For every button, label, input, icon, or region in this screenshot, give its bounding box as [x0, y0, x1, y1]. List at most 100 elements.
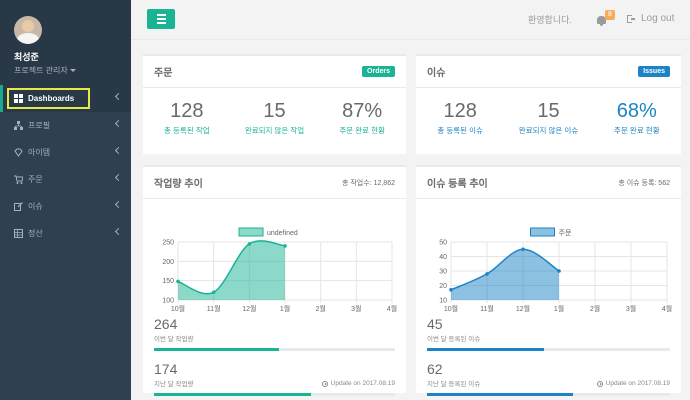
data-point	[557, 269, 561, 273]
panel-header: 주문 Orders	[143, 56, 406, 88]
issues-badge: Issues	[638, 66, 670, 77]
summary-block: 174 지난 달 작업량	[143, 361, 406, 396]
x-tick-label: 2월	[590, 304, 600, 313]
hamburger-icon-line	[156, 18, 166, 20]
x-tick-label: 1월	[280, 304, 290, 313]
summary-value: 45	[427, 316, 443, 332]
sitemap-icon	[14, 121, 23, 130]
stat-label: 주문 완료 현황	[614, 126, 660, 135]
stat-label: 총 등록된 이슈	[437, 126, 483, 135]
stat-value: 87%	[342, 100, 383, 122]
legend-swatch	[238, 227, 264, 237]
x-tick-label: 12월	[516, 304, 530, 313]
sidebar-item-profile[interactable]: 프로필	[0, 112, 131, 139]
topbar: 환영합니다. 8 Log out	[131, 0, 690, 40]
sidebar-item-orders[interactable]: 주문	[0, 166, 131, 193]
stat-total: 128 총 등록된 이슈	[416, 100, 504, 136]
sidebar-item-items[interactable]: 아이템	[0, 139, 131, 166]
x-tick-label: 10월	[444, 304, 458, 313]
stat-value: 128	[170, 100, 204, 122]
x-tick-label: 12월	[242, 304, 256, 313]
sign-out-icon	[627, 14, 635, 23]
stat-value: 15	[263, 100, 286, 122]
series-area	[178, 240, 285, 300]
y-tick-label: 250	[162, 240, 174, 247]
issue-chart-svg: 주문 10 20 30 40 50 10월 11월 12월 1월 2월 3월 4월	[439, 227, 672, 313]
dashboard-icon	[14, 94, 23, 103]
x-tick-label: 4월	[662, 304, 672, 313]
welcome-text: 환영합니다.	[528, 15, 572, 25]
y-tick-label: 50	[439, 240, 447, 247]
sidebar-item-dashboards[interactable]: Dashboards	[0, 85, 131, 112]
legend-label: undefined	[267, 230, 298, 237]
x-tick-label: 2월	[315, 304, 325, 313]
chart-legend: 주문	[530, 227, 572, 237]
panel-title: 이슈 등록 추이	[427, 179, 488, 190]
stat-value: 128	[443, 100, 477, 122]
legend-label: 주문	[559, 229, 572, 237]
notification-badge: 8	[605, 10, 615, 20]
legend-swatch	[530, 227, 555, 237]
logout-link[interactable]: Log out	[627, 13, 674, 24]
caret-down-icon	[69, 69, 76, 73]
progress-bar	[427, 348, 670, 351]
menu-toggle-button[interactable]	[147, 9, 175, 29]
summary-label: 이번 달 작업량	[154, 336, 194, 343]
stat-label: 주문 완료 현황	[339, 126, 385, 135]
sidebar-item-settlement[interactable]: 정산	[0, 220, 131, 247]
stat-pending: 15 완료되지 않은 작업	[231, 100, 319, 136]
y-tick-label: 20	[439, 283, 447, 290]
x-tick-label: 11월	[207, 304, 221, 313]
progress-fill	[427, 348, 544, 351]
work-trend-panel: 작업량 추이 총 작업수: 12,862 undefined 100 150 200 2…	[143, 165, 406, 396]
y-tick-label: 40	[439, 254, 447, 261]
y-tick-label: 10	[439, 298, 447, 305]
data-point	[283, 244, 287, 248]
summary-value: 174	[154, 361, 178, 377]
progress-fill	[427, 393, 573, 396]
chart-legend: undefined	[238, 227, 298, 237]
panel-title: 작업량 추이	[154, 179, 203, 190]
profile-role-dropdown[interactable]: 프로젝트 관리자	[14, 65, 131, 76]
y-tick-label: 30	[439, 269, 447, 276]
profile-role: 프로젝트 관리자	[14, 66, 68, 75]
diamond-icon	[14, 148, 23, 157]
x-tick-label: 4월	[387, 304, 397, 313]
y-tick-label: 150	[162, 278, 174, 285]
hamburger-icon	[156, 14, 166, 16]
progress-bar	[154, 348, 395, 351]
summary-value: 62	[427, 361, 443, 377]
summary-value: 264	[154, 316, 178, 332]
stat-total: 128 총 등록된 작업	[143, 100, 231, 136]
bell-clapper	[600, 24, 603, 26]
sidebar-item-issues[interactable]: 이슈	[0, 193, 131, 220]
stats-row: 128 총 등록된 이슈 15 완료되지 않은 이슈 68% 주문 완료 현황	[416, 88, 681, 136]
update-note: Update on 2017.08.19	[321, 380, 395, 387]
x-tick-label: 11월	[480, 304, 494, 313]
panel-title: 주문	[154, 68, 173, 79]
update-text: Update on 2017.08.19	[330, 380, 395, 387]
logout-label: Log out	[641, 13, 675, 24]
profile-block: 최성준 프로젝트 관리자	[0, 0, 131, 85]
data-point	[247, 242, 252, 246]
avatar[interactable]	[14, 16, 42, 44]
summary-block: 45 이번 달 등록된 이슈	[416, 316, 681, 351]
update-text: Update on 2017.08.19	[605, 380, 670, 387]
progress-bar	[154, 393, 395, 396]
panel-header: 작업량 추이 총 작업수: 12,862	[143, 167, 406, 199]
issue-trend-panel: 이슈 등록 추이 총 이슈 등록: 562 주문 10 20 30 40 50 10월 11월…	[416, 165, 681, 396]
panel-title: 이슈	[427, 68, 446, 79]
clock-icon	[596, 380, 603, 387]
y-tick-label: 200	[162, 259, 174, 266]
work-chart-svg: undefined 100 150 200 250 10월 11월 12월 1월 2월 3월 4월	[162, 227, 397, 313]
panel-subtitle: 총 작업수: 12,862	[341, 179, 395, 187]
orders-panel: 주문 Orders 128 총 등록된 작업 15 완료되지 않은 작업 87%…	[143, 54, 406, 154]
stat-label: 총 등록된 작업	[164, 126, 210, 135]
update-note: Update on 2017.08.19	[596, 380, 670, 387]
stat-label: 완료되지 않은 작업	[244, 126, 305, 135]
progress-bar	[427, 393, 670, 396]
stat-value: 15	[537, 100, 560, 122]
panel-subtitle: 총 이슈 등록: 562	[618, 179, 670, 187]
summary-block: 264 이번 달 작업량	[143, 316, 406, 351]
stat-value: 68%	[616, 100, 657, 122]
